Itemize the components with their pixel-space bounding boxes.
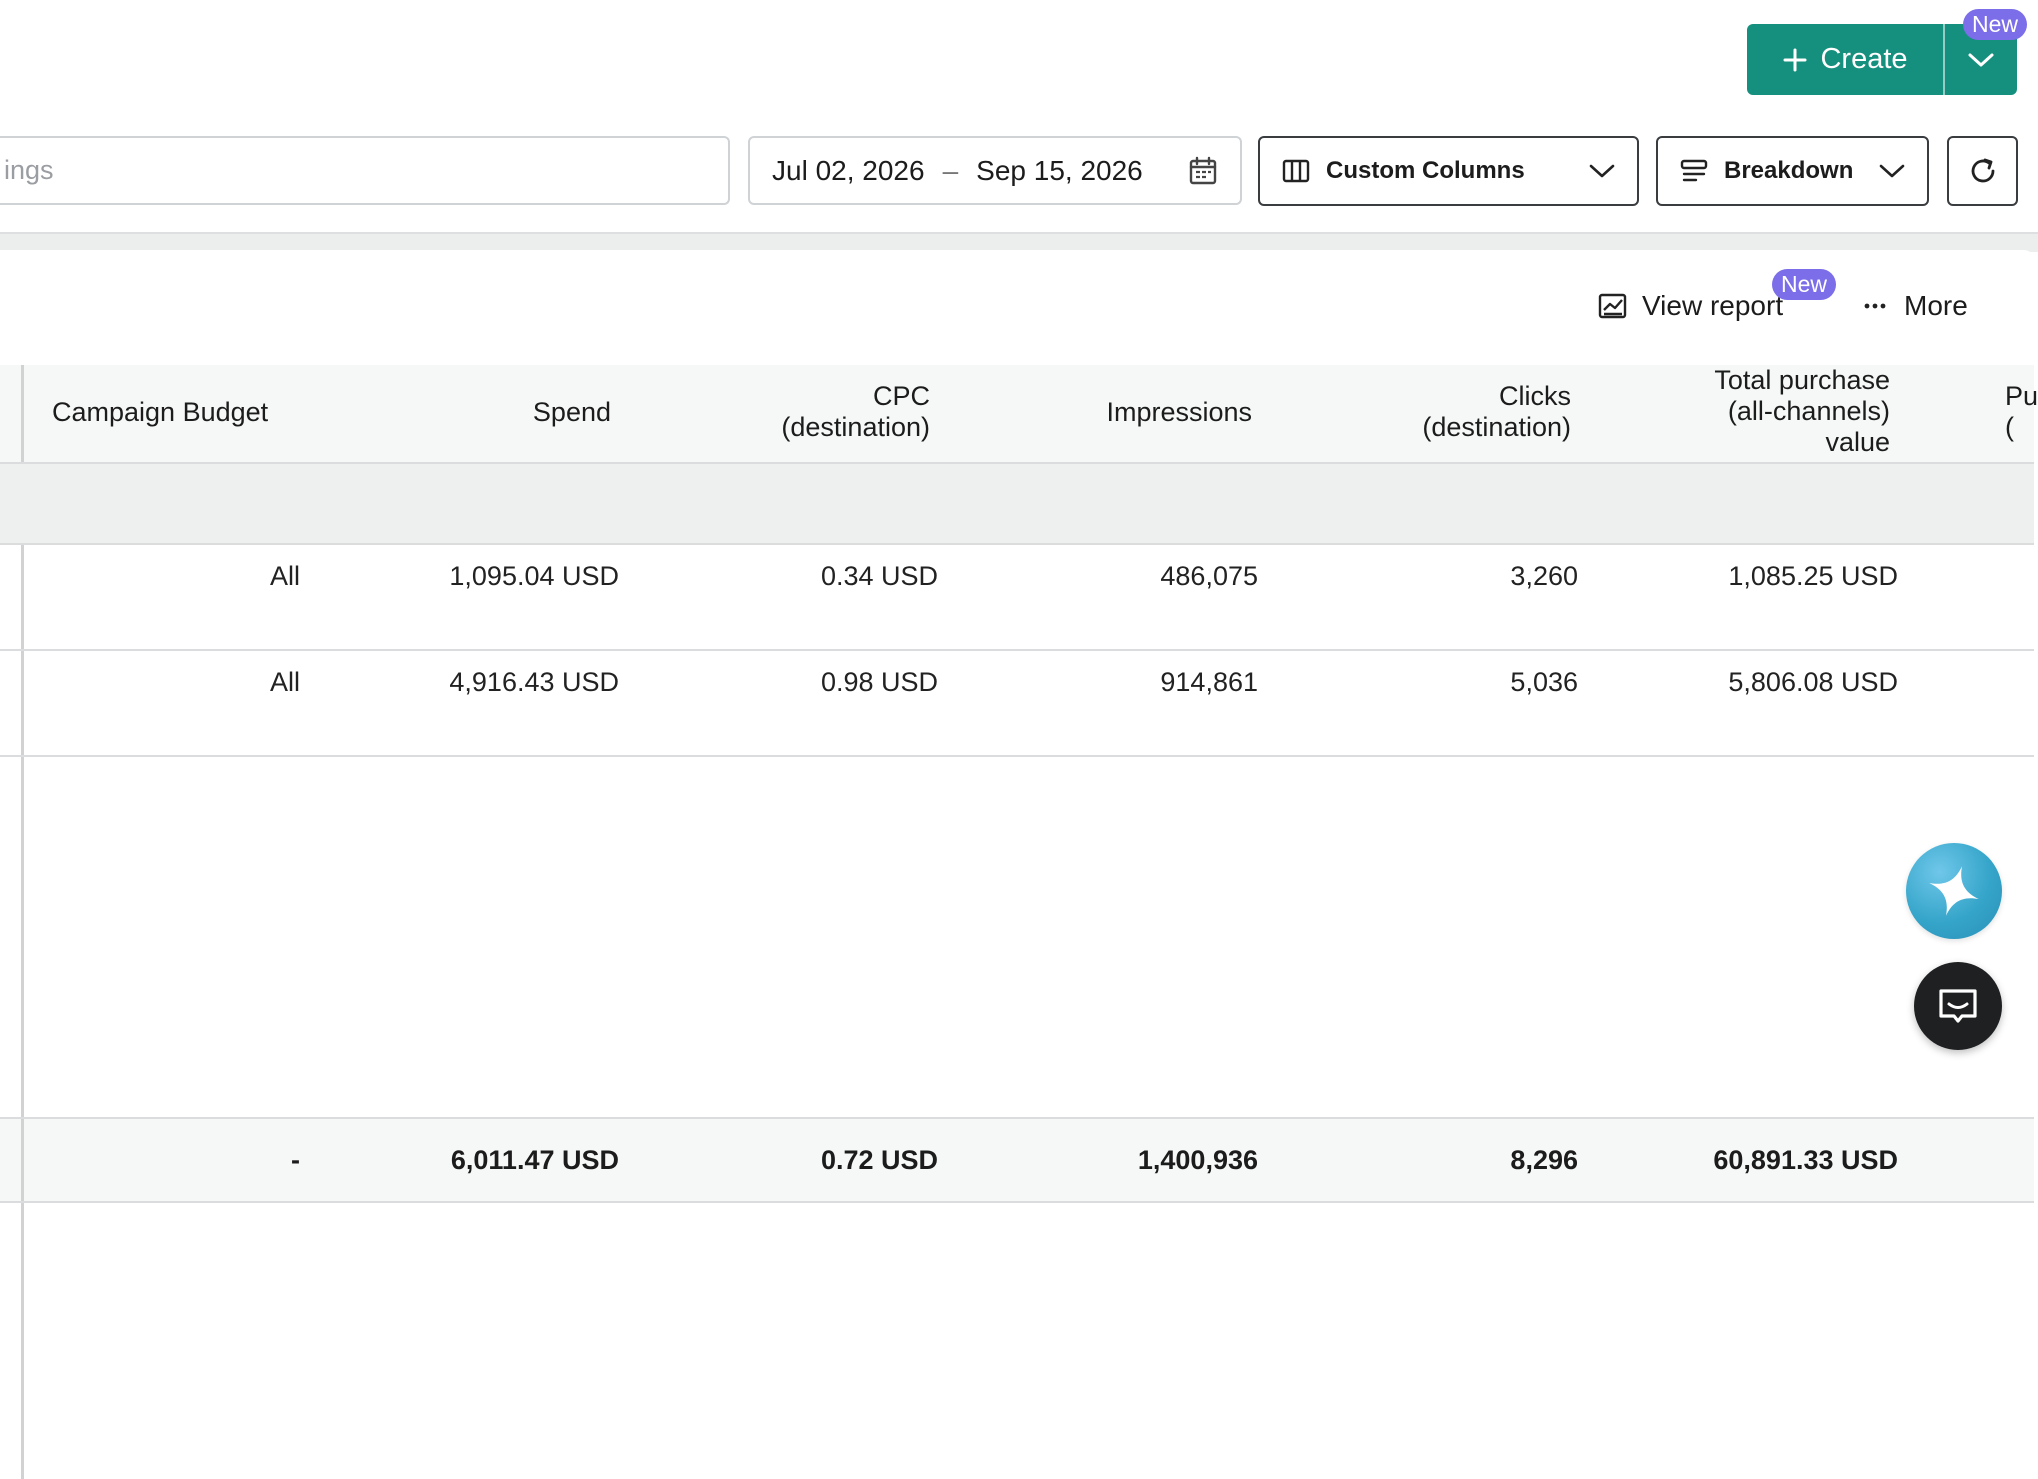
more-button[interactable]: More <box>1864 290 1968 322</box>
more-label: More <box>1904 290 1968 321</box>
header-next-line1: Pu <box>2005 381 2038 411</box>
cell-clicks: 5,036 <box>1510 667 1578 697</box>
breakdown-dropdown[interactable]: Breakdown <box>1656 136 1929 206</box>
totals-row: - 6,011.47 USD 0.72 USD 1,400,936 8,296 … <box>0 1117 2034 1203</box>
header-cpc-line1: CPC <box>872 381 930 411</box>
cell-spend: 1,095.04 USD <box>449 561 619 591</box>
header-clicks-line1: Clicks <box>1499 381 1571 411</box>
total-cpc: 0.72 USD <box>820 1145 938 1175</box>
cell-campaign-budget: All <box>269 667 300 697</box>
table-row[interactable]: All 1,095.04 USD 0.34 USD 486,075 3,260 … <box>0 545 2034 651</box>
section-divider <box>0 232 2038 252</box>
refresh-icon <box>1971 158 1994 183</box>
columns-icon <box>1282 159 1310 183</box>
header-tpv-line1: Total purchase <box>1714 365 1890 395</box>
table-header-row: Campaign Budget Spend CPC (destination) … <box>0 365 2038 464</box>
calendar-icon <box>1189 156 1217 184</box>
column-divider <box>21 651 24 755</box>
view-report-new-badge: New <box>1772 269 1837 300</box>
report-chart-icon <box>1598 293 1627 319</box>
date-end: Sep 15, 2026 <box>976 154 1143 186</box>
cell-spend: 4,916.43 USD <box>449 667 619 697</box>
cell-campaign-budget: All <box>269 561 300 591</box>
search-input[interactable] <box>2 154 706 187</box>
date-separator: – <box>942 154 959 186</box>
chevron-down-icon <box>1968 53 1994 66</box>
header-next-column-partial[interactable]: Pu ( <box>2005 381 2038 443</box>
header-cpc[interactable]: CPC (destination) <box>781 381 930 443</box>
header-impressions[interactable]: Impressions <box>1106 397 1252 428</box>
header-total-purchase-value[interactable]: Total purchase (all-channels) value <box>1714 365 1890 458</box>
total-spend: 6,011.47 USD <box>450 1145 619 1175</box>
cell-total-purchase-value: 1,085.25 USD <box>1728 561 1898 591</box>
header-cpc-line2: (destination) <box>781 412 930 442</box>
column-divider <box>21 365 24 462</box>
create-label: Create <box>1820 43 1908 75</box>
cell-total-purchase-value: 5,806.08 USD <box>1728 667 1898 697</box>
total-campaign-budget: - <box>291 1145 300 1175</box>
total-clicks: 8,296 <box>1510 1145 1578 1175</box>
cell-impressions: 914,861 <box>1160 667 1258 697</box>
plus-icon <box>1783 48 1807 71</box>
total-impressions: 1,400,936 <box>1137 1145 1258 1175</box>
total-purchase-value: 60,891.33 USD <box>1713 1145 1898 1175</box>
refresh-button[interactable] <box>1947 136 2018 206</box>
create-button[interactable]: Create <box>1747 24 1943 95</box>
custom-columns-label: Custom Columns <box>1326 157 1525 184</box>
chevron-down-icon <box>1589 164 1615 178</box>
filters-row: Jul 02, 2026 – Sep 15, 2026 Custom Colum… <box>0 136 2038 208</box>
sparkle-icon <box>1929 866 1979 916</box>
chat-support-button[interactable] <box>1914 962 2002 1050</box>
cell-clicks: 3,260 <box>1510 561 1578 591</box>
header-clicks-line2: (destination) <box>1422 412 1571 442</box>
data-table: Campaign Budget Spend CPC (destination) … <box>0 365 2038 1479</box>
header-tpv-line3: value <box>1825 427 1890 457</box>
view-report-label: View report <box>1642 290 1784 321</box>
chat-icon <box>1939 989 1977 1023</box>
header-next-line2: ( <box>2005 412 2014 442</box>
cell-cpc: 0.98 USD <box>820 667 938 697</box>
cell-impressions: 486,075 <box>1160 561 1258 591</box>
header-spend[interactable]: Spend <box>533 397 611 428</box>
header-tpv-line2: (all-channels) <box>1727 396 1890 426</box>
group-row <box>0 464 2034 545</box>
column-divider <box>21 545 24 649</box>
ai-assistant-button[interactable] <box>1906 843 2002 939</box>
date-range-picker[interactable]: Jul 02, 2026 – Sep 15, 2026 <box>748 136 1242 205</box>
breakdown-label: Breakdown <box>1724 157 1854 184</box>
column-divider <box>21 1119 24 1201</box>
date-start: Jul 02, 2026 <box>772 154 925 186</box>
custom-columns-dropdown[interactable]: Custom Columns <box>1258 136 1639 206</box>
view-report-button[interactable]: View report <box>1598 290 1783 322</box>
create-new-badge: New <box>1963 9 2028 40</box>
header-clicks[interactable]: Clicks (destination) <box>1422 381 1571 443</box>
breakdown-icon <box>1680 159 1708 182</box>
ellipsis-icon <box>1864 303 1886 309</box>
table-row[interactable]: All 4,916.43 USD 0.98 USD 914,861 5,036 … <box>0 651 2034 757</box>
header-campaign-budget[interactable]: Campaign Budget <box>52 397 268 428</box>
cell-cpc: 0.34 USD <box>820 561 938 591</box>
chevron-down-icon <box>1879 164 1905 178</box>
search-box <box>0 136 730 205</box>
